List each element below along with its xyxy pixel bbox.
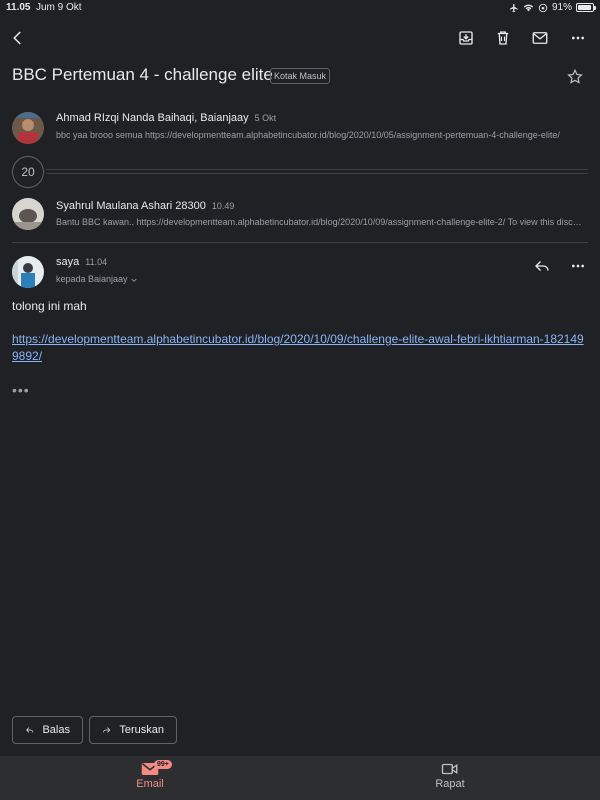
status-date: Jum 9 Okt bbox=[36, 2, 82, 13]
bottom-navigation: 99+ Email Rapat bbox=[0, 756, 600, 800]
collapsed-line bbox=[46, 173, 588, 174]
message-body: tolong ini mah bbox=[12, 299, 87, 313]
message-sender: Ahmad RIzqi Nanda Baihaqi, Baianjaay 5 Ok… bbox=[56, 112, 276, 124]
archive-icon bbox=[459, 31, 473, 45]
collapsed-count[interactable]: 20 bbox=[12, 156, 44, 188]
email-subject: BBC Pertemuan 4 - challenge elite bbox=[12, 65, 273, 84]
status-icons: 91% bbox=[509, 2, 596, 13]
recipient-details[interactable]: kepada Baianjaay bbox=[56, 274, 138, 284]
battery-percent: 91% bbox=[551, 2, 572, 13]
reply-icon bbox=[26, 727, 34, 733]
rotation-lock-icon bbox=[538, 3, 548, 12]
reply-button[interactable]: Balas bbox=[12, 716, 83, 744]
back-arrow-icon bbox=[13, 31, 21, 45]
show-trimmed-content[interactable]: ••• bbox=[12, 382, 30, 398]
mark-unread-button[interactable] bbox=[528, 26, 552, 50]
message-more-button[interactable] bbox=[566, 254, 590, 278]
status-bar: 11.05 Jum 9 Okt 91% bbox=[0, 0, 600, 18]
trash-icon bbox=[497, 31, 509, 45]
star-button[interactable] bbox=[566, 68, 586, 88]
toolbar bbox=[0, 22, 600, 54]
nav-meet[interactable]: Rapat bbox=[410, 762, 490, 790]
message-time: 5 Okt bbox=[254, 113, 277, 123]
unread-badge: 99+ bbox=[154, 760, 172, 769]
subject-row: BBC Pertemuan 4 - challenge elite Kotak … bbox=[12, 60, 588, 94]
message-link[interactable]: https://developmentteam.alphabetincubato… bbox=[12, 331, 588, 365]
message-sender: Syahrul Maulana Ashari 28300 10.49 bbox=[56, 200, 234, 212]
more-options-button[interactable] bbox=[566, 26, 590, 50]
recipient-text: kepada Baianjaay bbox=[56, 274, 128, 284]
airplane-icon bbox=[509, 3, 518, 12]
forward-label: Teruskan bbox=[119, 724, 164, 736]
message-sender: saya 11.04 bbox=[56, 256, 107, 268]
more-horizontal-icon bbox=[572, 264, 584, 268]
back-button[interactable] bbox=[6, 26, 30, 50]
avatar bbox=[12, 198, 44, 230]
reply-label: Balas bbox=[42, 724, 70, 736]
reply-icon-button[interactable] bbox=[530, 254, 554, 278]
message-row-2[interactable]: Syahrul Maulana Ashari 28300 10.49 Bantu … bbox=[12, 196, 588, 240]
inbox-label-chip[interactable]: Kotak Masuk bbox=[270, 68, 331, 84]
nav-email-label: Email bbox=[136, 778, 164, 790]
mail-icon bbox=[532, 32, 548, 44]
avatar bbox=[12, 256, 44, 288]
forward-button[interactable]: Teruskan bbox=[89, 716, 177, 744]
reply-icon bbox=[535, 261, 549, 271]
message-time: 10.49 bbox=[211, 201, 235, 211]
nav-email[interactable]: 99+ Email bbox=[110, 760, 190, 790]
sender-name: Ahmad RIzqi Nanda Baihaqi, Baianjaay bbox=[56, 112, 249, 124]
nav-meet-label: Rapat bbox=[435, 778, 465, 790]
archive-button[interactable] bbox=[454, 26, 478, 50]
status-time: 11.05 bbox=[6, 2, 31, 13]
more-horizontal-icon bbox=[572, 36, 584, 40]
message-snippet: Bantu BBC kawan.. https://developmenttea… bbox=[56, 217, 586, 227]
collapsed-messages-row[interactable]: 20 bbox=[12, 156, 588, 188]
wifi-icon bbox=[523, 4, 534, 11]
sender-name: saya bbox=[56, 256, 80, 268]
chevron-down-icon bbox=[131, 278, 137, 282]
message-row-1[interactable]: Ahmad RIzqi Nanda Baihaqi, Baianjaay 5 Ok… bbox=[12, 110, 588, 154]
video-camera-icon bbox=[441, 763, 458, 775]
expanded-message-header[interactable]: saya 11.04 kepada Baianjaay bbox=[12, 254, 588, 288]
divider bbox=[12, 242, 588, 243]
avatar bbox=[12, 112, 44, 144]
delete-button[interactable] bbox=[491, 26, 515, 50]
forward-icon bbox=[103, 727, 111, 733]
battery-icon bbox=[576, 3, 596, 12]
sender-name: Syahrul Maulana Ashari 28300 bbox=[56, 200, 206, 212]
star-icon bbox=[567, 68, 583, 84]
collapsed-line bbox=[46, 169, 588, 170]
message-snippet: bbc yaa brooo semua https://developmentt… bbox=[56, 130, 560, 140]
message-time: 11.04 bbox=[85, 257, 108, 267]
